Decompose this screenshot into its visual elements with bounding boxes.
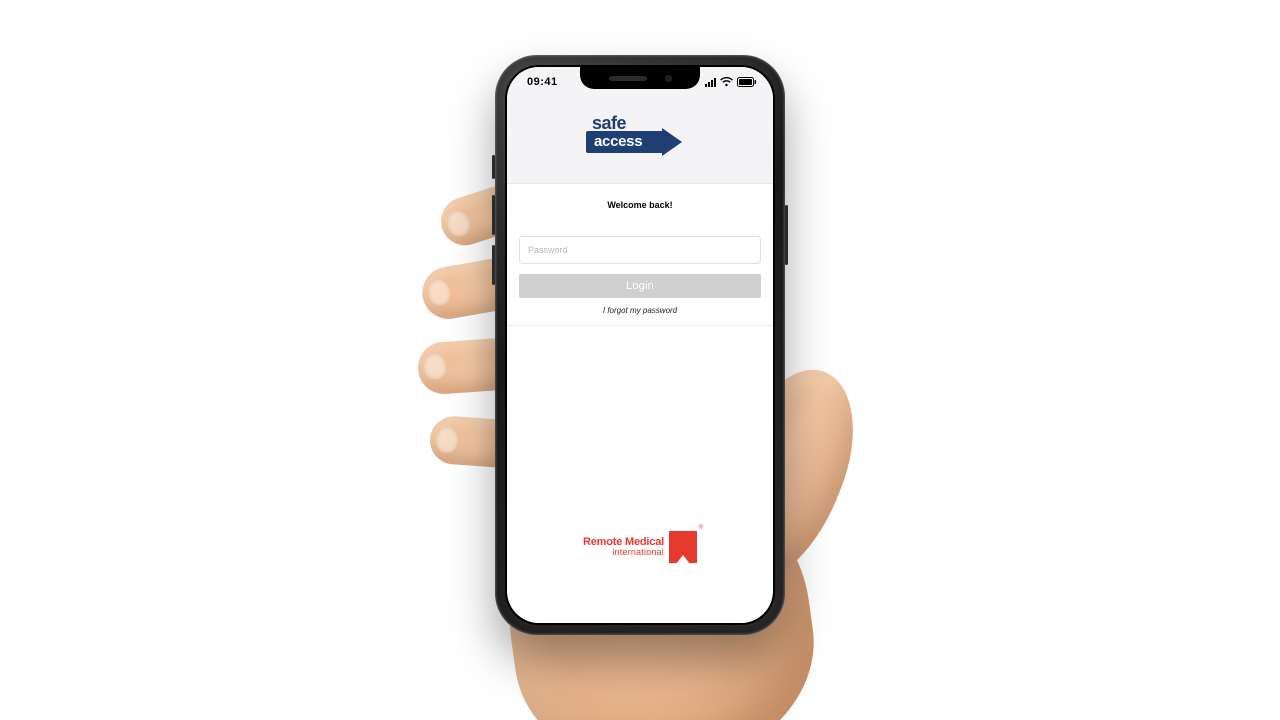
battery-icon [737, 77, 757, 87]
safeaccess-logo: safe access [586, 115, 694, 161]
welcome-text: Welcome back! [519, 200, 761, 210]
forgot-password-link[interactable]: I forgot my password [519, 306, 761, 315]
footer-brand-line2: international [583, 548, 664, 557]
cellular-signal-icon [704, 78, 716, 87]
login-form: Welcome back! Login I forgot my password [507, 184, 773, 326]
phone-screen: 09:41 [507, 67, 773, 623]
login-button[interactable]: Login [519, 274, 761, 298]
phone-frame: 09:41 [495, 55, 785, 635]
wifi-icon [720, 77, 733, 87]
phone-notch [580, 67, 700, 89]
status-time: 09:41 [523, 76, 558, 88]
password-input[interactable] [519, 236, 761, 264]
registered-mark: ® [699, 525, 703, 531]
logo-word-access: access [594, 131, 642, 153]
app-header: safe access [507, 97, 773, 184]
footer-brand: Remote Medical international ® [507, 531, 773, 623]
footer-brand-mark-icon: ® [669, 531, 697, 563]
